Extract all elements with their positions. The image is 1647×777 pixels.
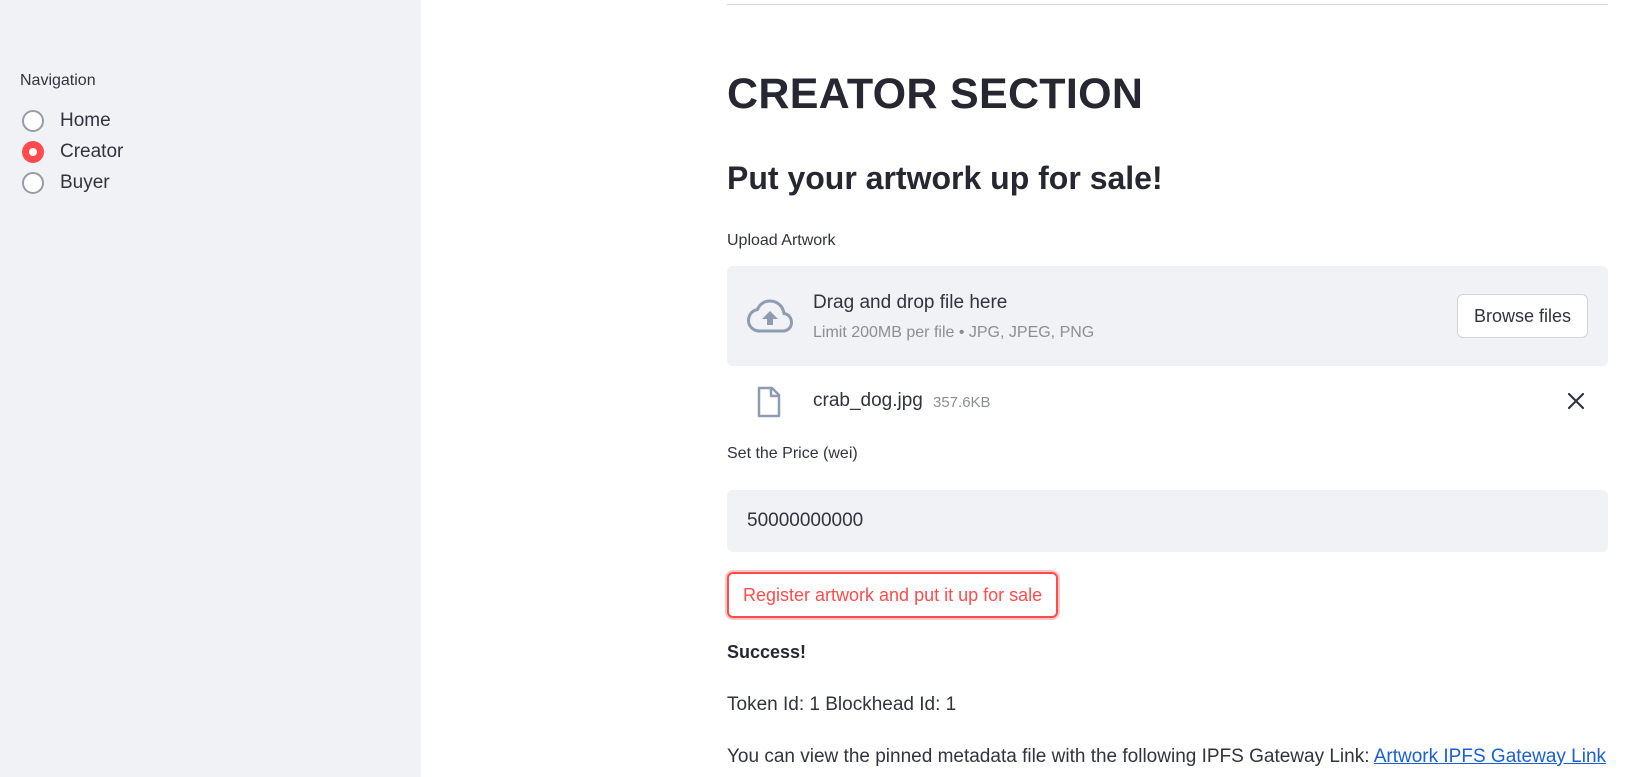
uploaded-file-name: crab_dog.jpg bbox=[813, 390, 923, 411]
close-icon[interactable] bbox=[1566, 391, 1586, 411]
nav-radio-label: Buyer bbox=[60, 172, 110, 193]
token-id-text: Token Id: 1 Blockhead Id: 1 bbox=[727, 694, 957, 715]
success-message: Success! bbox=[727, 642, 807, 662]
nav-radio-label: Creator bbox=[60, 141, 124, 162]
divider bbox=[727, 4, 1608, 5]
nav-radio-label: Home bbox=[60, 110, 111, 131]
nav-radio-buyer[interactable]: Buyer bbox=[22, 169, 110, 197]
ipfs-gateway-link[interactable]: Artwork IPFS Gateway Link bbox=[1374, 746, 1606, 767]
nav-radio-creator[interactable]: Creator bbox=[22, 138, 123, 166]
page-subtitle: Put your artwork up for sale! bbox=[727, 160, 1163, 196]
ipfs-message-text: You can view the pinned metadata file wi… bbox=[727, 746, 1374, 767]
price-label: Set the Price (wei) bbox=[727, 445, 858, 462]
navigation-label: Navigation bbox=[20, 72, 96, 89]
page-title: CREATOR SECTION bbox=[727, 70, 1144, 118]
nav-radio-home[interactable]: Home bbox=[22, 107, 111, 135]
uploaded-file-size: 357.6KB bbox=[933, 394, 991, 411]
register-artwork-button[interactable]: Register artwork and put it up for sale bbox=[727, 572, 1059, 618]
file-dropzone[interactable]: Drag and drop file here Limit 200MB per … bbox=[727, 266, 1608, 366]
file-icon bbox=[757, 386, 781, 418]
sidebar: Navigation Home Creator Buyer bbox=[0, 0, 421, 777]
upload-label: Upload Artwork bbox=[727, 232, 836, 249]
dropzone-limit-text: Limit 200MB per file • JPG, JPEG, PNG bbox=[813, 324, 1095, 341]
radio-unchecked-icon bbox=[22, 110, 44, 132]
dropzone-title: Drag and drop file here bbox=[813, 292, 1008, 313]
cloud-upload-icon bbox=[747, 299, 793, 333]
radio-checked-icon bbox=[22, 141, 44, 163]
radio-unchecked-icon bbox=[22, 172, 44, 194]
browse-files-button[interactable]: Browse files bbox=[1456, 294, 1588, 338]
uploaded-file-row: crab_dog.jpg 357.6KB bbox=[727, 380, 1608, 424]
price-input[interactable] bbox=[727, 490, 1608, 552]
ipfs-message: You can view the pinned metadata file wi… bbox=[727, 746, 1606, 768]
